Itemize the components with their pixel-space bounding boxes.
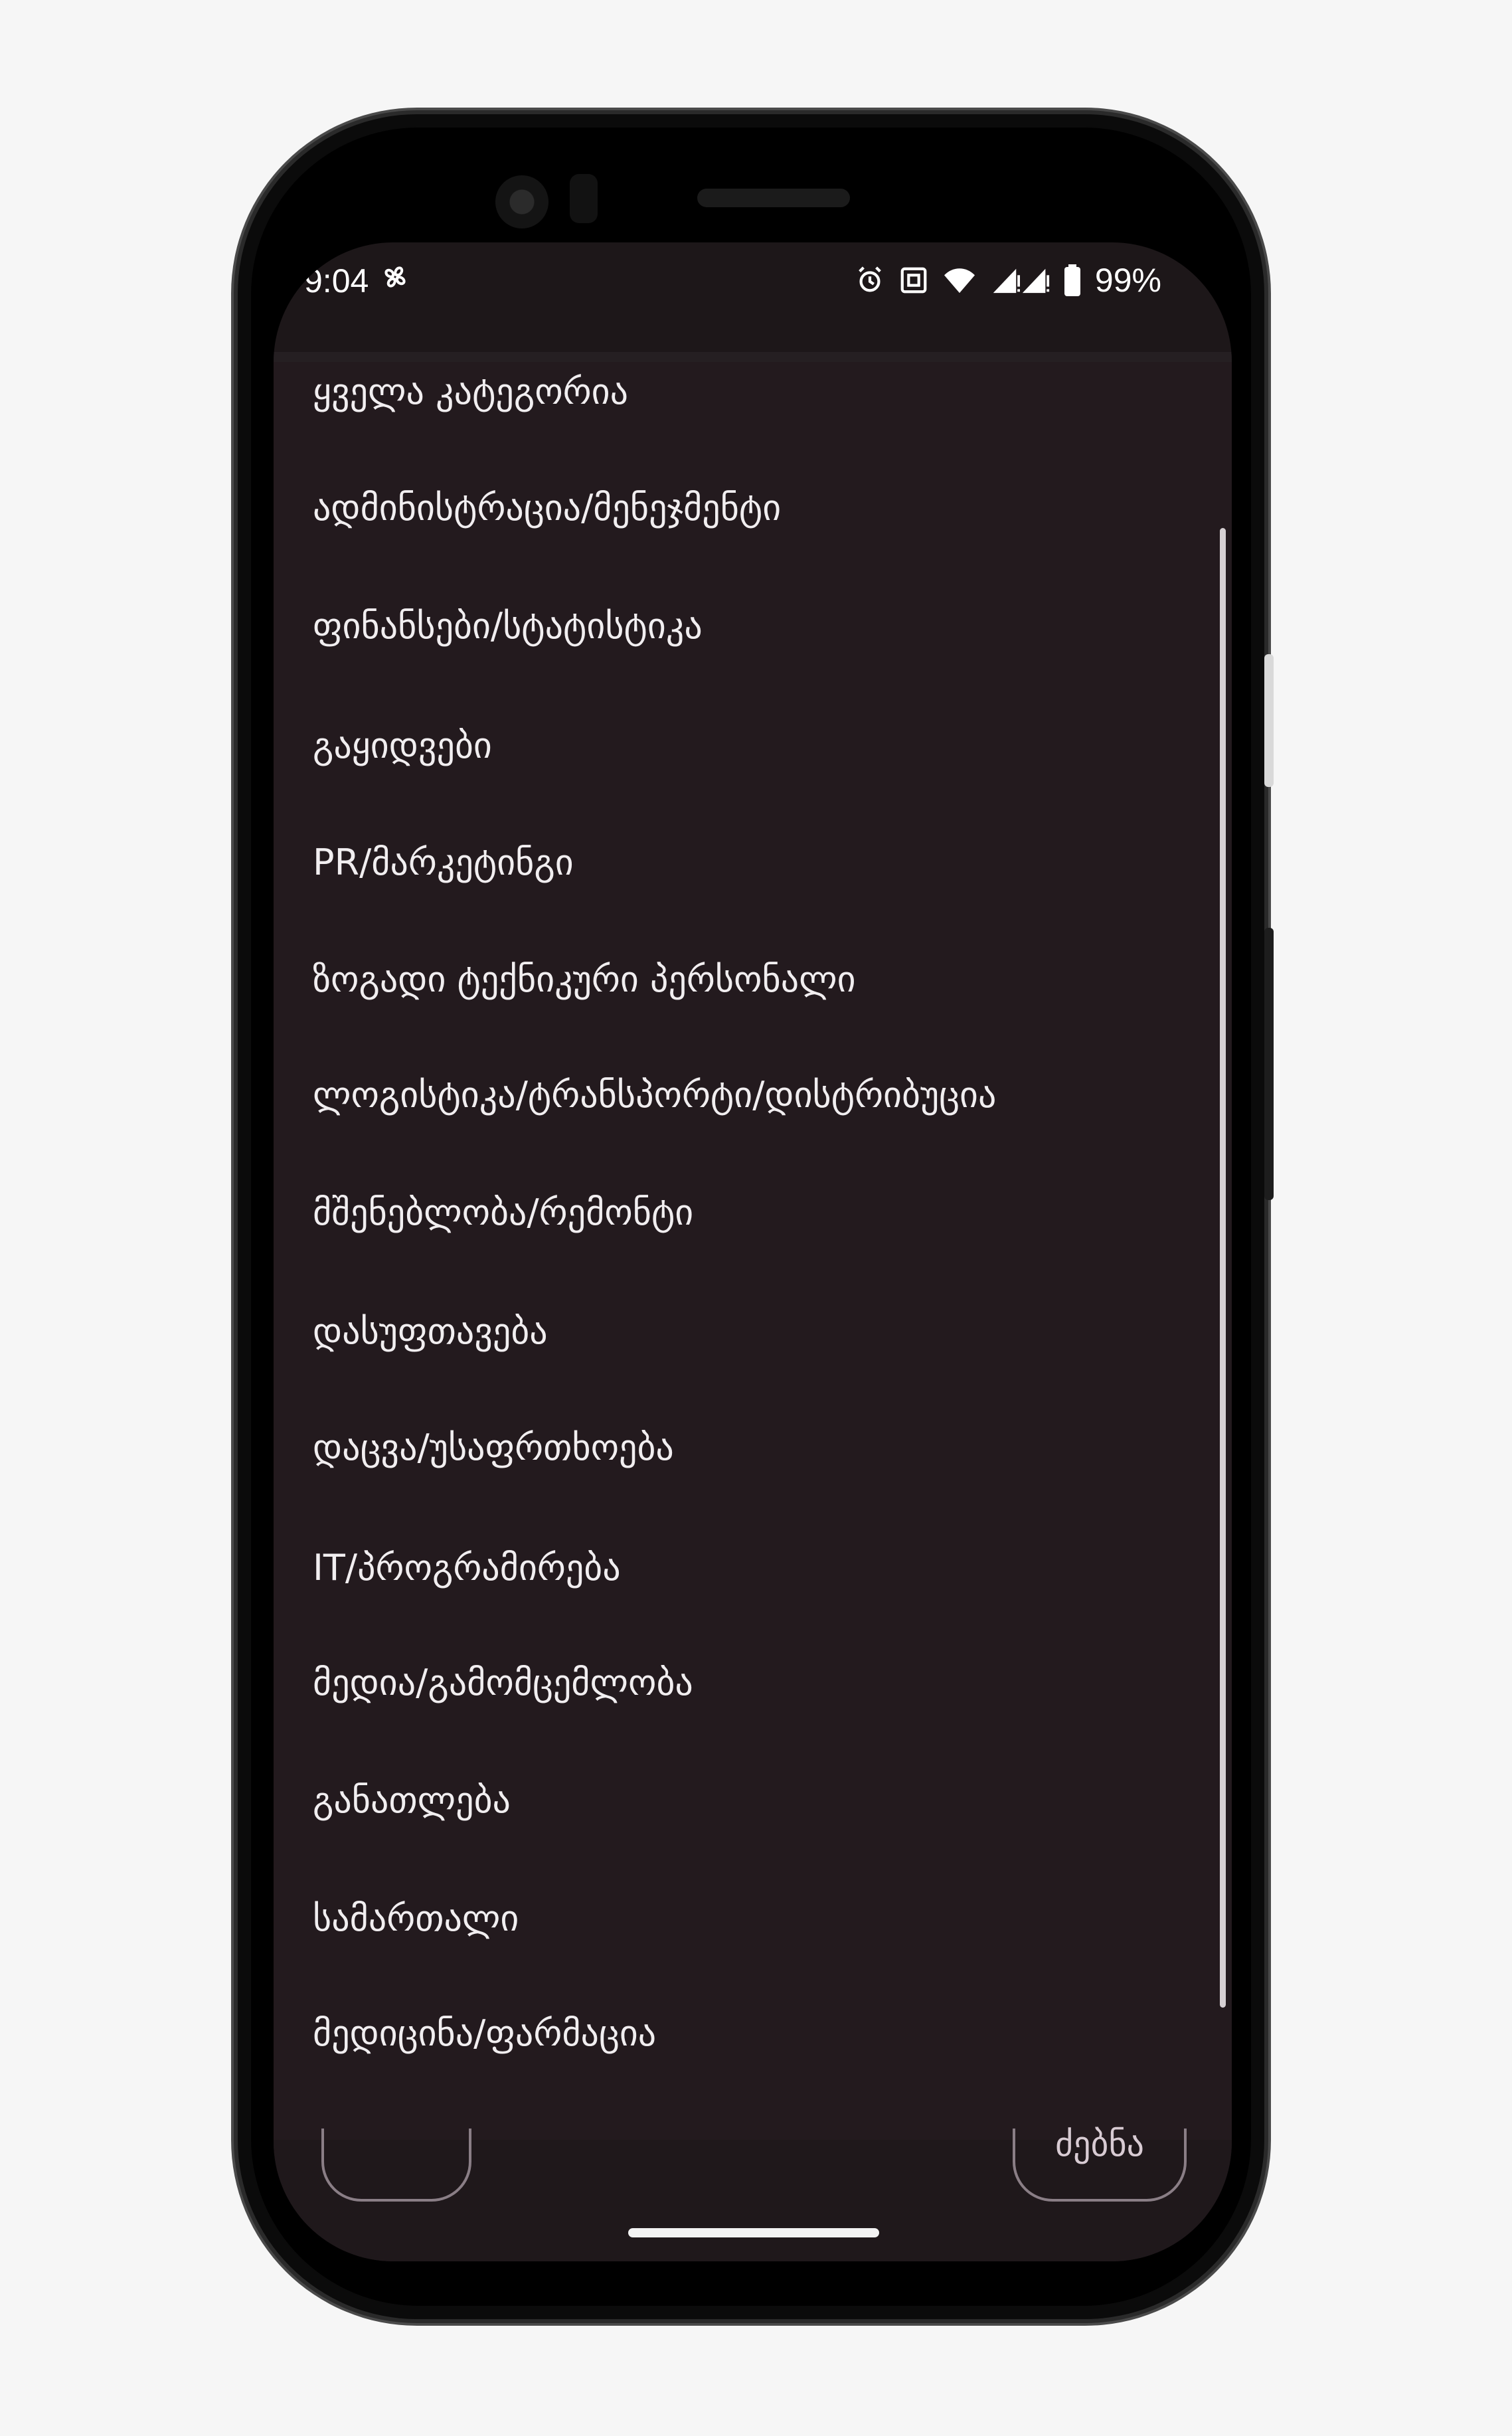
battery-percent: 99% bbox=[1094, 262, 1161, 299]
phone-screen: 9:04 99% ყველა კატეგორია ადმინისტრაცია/მ… bbox=[274, 242, 1232, 2261]
menu-item[interactable]: ფინანსები/სტატისტიკა bbox=[313, 608, 703, 644]
status-icons: 99% bbox=[855, 261, 1161, 300]
status-time-group: 9:04 bbox=[304, 261, 411, 301]
front-camera bbox=[495, 175, 548, 228]
menu-item[interactable]: ლოგისტიკა/ტრანსპორტი/დისტრიბუცია bbox=[313, 1077, 996, 1113]
signal-icon bbox=[990, 265, 1050, 296]
status-time: 9:04 bbox=[304, 262, 369, 300]
earpiece-speaker bbox=[697, 189, 850, 207]
menu-item[interactable]: IT/პროგრამირება bbox=[313, 1550, 621, 1586]
menu-item[interactable]: მშენებლობა/რემონტი bbox=[313, 1195, 693, 1231]
menu-item[interactable]: PR/მარკეტინგი bbox=[313, 845, 574, 881]
device-frame-stage: 9:04 99% ყველა კატეგორია ადმინისტრაცია/მ… bbox=[0, 0, 1512, 2436]
menu-item[interactable]: მედიცინა/ფარმაცია bbox=[313, 2016, 656, 2051]
fan-icon bbox=[379, 261, 411, 301]
status-bar: 9:04 99% bbox=[274, 242, 1232, 362]
menu-item[interactable]: სამართალი bbox=[313, 1901, 519, 1937]
alarm-icon bbox=[855, 265, 885, 296]
menu-item[interactable]: ადმინისტრაცია/მენეჯმენტი bbox=[313, 490, 781, 526]
battery-icon bbox=[1063, 264, 1082, 297]
menu-item-all-categories[interactable]: ყველა კატეგორია bbox=[313, 374, 628, 410]
menu-scrollbar[interactable] bbox=[1220, 528, 1226, 2008]
wifi-icon bbox=[942, 265, 977, 296]
menu-item[interactable]: გაყიდვები bbox=[313, 728, 492, 764]
menu-item[interactable]: დაცვა/უსაფრთხოება bbox=[313, 1430, 674, 1466]
search-button[interactable]: ძებნა bbox=[1013, 2125, 1187, 2202]
proximity-sensor bbox=[570, 174, 598, 223]
category-dropdown-menu[interactable]: ყველა კატეგორია ადმინისტრაცია/მენეჯმენტი… bbox=[274, 362, 1232, 2140]
home-indicator[interactable] bbox=[628, 2228, 879, 2237]
volume-button bbox=[1264, 928, 1274, 1200]
menu-item[interactable]: განათლება bbox=[313, 1783, 511, 1818]
menu-item[interactable]: დასუფთავება bbox=[313, 1314, 548, 1349]
search-button-label: ძებნა bbox=[1054, 2125, 1145, 2164]
nfc-icon bbox=[898, 265, 929, 296]
menu-item[interactable]: ზოგადი ტექნიკური პერსონალი bbox=[313, 962, 856, 998]
bookmark-button[interactable] bbox=[321, 2129, 471, 2202]
power-button bbox=[1264, 654, 1274, 787]
menu-item[interactable]: მედია/გამომცემლობა bbox=[313, 1665, 693, 1701]
